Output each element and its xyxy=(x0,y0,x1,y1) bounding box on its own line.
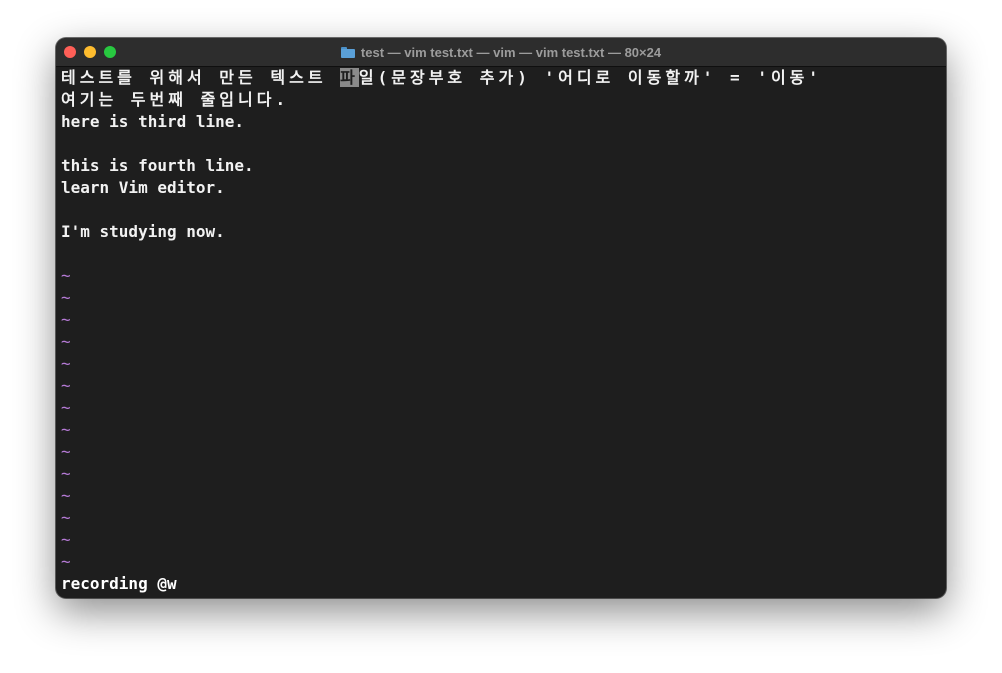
vim-status-line: recording @w xyxy=(61,574,177,593)
empty-line-tilde: ~ xyxy=(61,486,71,505)
empty-line-tilde: ~ xyxy=(61,552,71,571)
window-title: test — vim test.txt — vim — vim test.txt… xyxy=(360,44,662,60)
folder-icon xyxy=(340,46,355,58)
window-title-group: test — vim test.txt — vim — vim test.txt… xyxy=(56,38,946,66)
empty-line-tilde: ~ xyxy=(61,332,71,351)
empty-line-tilde: ~ xyxy=(61,442,71,461)
empty-line-tilde: ~ xyxy=(61,508,71,527)
terminal-window: test — vim test.txt — vim — vim test.txt… xyxy=(56,38,946,598)
empty-line-tilde: ~ xyxy=(61,398,71,417)
empty-line-tilde: ~ xyxy=(61,530,71,549)
buffer-line-1: 테스트를 위해서 만든 텍스트 파일(문장부호 추가) '어디로 이동할까' =… xyxy=(61,67,822,89)
buffer-line-5: this is fourth line. xyxy=(61,156,254,175)
empty-line-tilde: ~ xyxy=(61,354,71,373)
empty-line-tilde: ~ xyxy=(61,288,71,307)
line-text: 테스트를 위해서 만든 텍스트 xyxy=(61,68,341,87)
title-bar[interactable]: test — vim test.txt — vim — vim test.txt… xyxy=(56,38,946,67)
vim-buffer[interactable]: 테스트를 위해서 만든 텍스트 파일(문장부호 추가) '어디로 이동할까' =… xyxy=(61,67,941,597)
empty-line-tilde: ~ xyxy=(61,310,71,329)
buffer-line-8: I'm studying now. xyxy=(61,222,225,241)
empty-line-tilde: ~ xyxy=(61,376,71,395)
line-text: 일(문장부호 추가) '어디로 이동할까' = '이동' xyxy=(358,68,823,87)
buffer-line-2: 여기는 두번째 줄입니다. xyxy=(61,90,290,109)
empty-line-tilde: ~ xyxy=(61,266,71,285)
text-cursor: 파 xyxy=(340,68,359,87)
empty-line-tilde: ~ xyxy=(61,464,71,483)
empty-line-tilde: ~ xyxy=(61,420,71,439)
buffer-line-3: here is third line. xyxy=(61,112,245,131)
buffer-line-6: learn Vim editor. xyxy=(61,178,225,197)
